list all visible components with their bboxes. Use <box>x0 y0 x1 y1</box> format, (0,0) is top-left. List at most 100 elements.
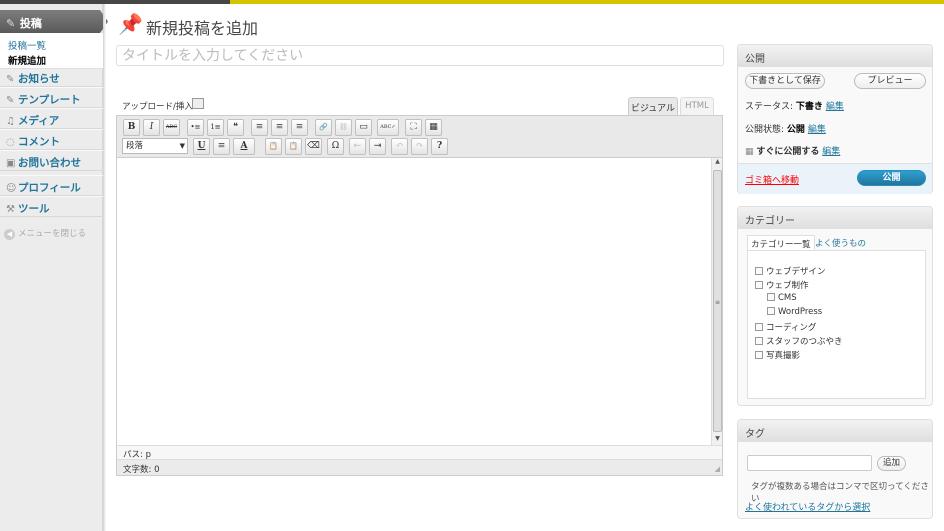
menu-item-news[interactable]: ✎ お知らせ <box>0 66 103 87</box>
menu-item-posts-label: 投稿 <box>19 17 42 30</box>
editor-scrollbar[interactable]: ▲ ≡ ▼ <box>711 158 722 445</box>
tab-html[interactable]: HTML <box>680 97 714 115</box>
align-center-button[interactable]: ≡ <box>271 119 288 136</box>
category-item[interactable]: コーディング <box>755 321 816 333</box>
checkbox[interactable] <box>755 267 763 275</box>
edit-schedule-link[interactable]: 編集 <box>822 147 840 157</box>
category-item[interactable]: CMS <box>767 293 797 303</box>
italic-button[interactable]: I <box>143 119 160 136</box>
menu-item-tools[interactable]: ⚒ ツール <box>0 196 103 217</box>
checkbox[interactable] <box>755 337 763 345</box>
category-box-title[interactable]: カテゴリー <box>738 207 932 229</box>
category-item[interactable]: WordPress <box>767 307 822 317</box>
preview-button[interactable]: プレビュー <box>854 73 926 89</box>
fullscreen-button[interactable]: ⛶ <box>405 119 422 136</box>
strikethrough-button[interactable]: ABC <box>163 119 180 136</box>
category-label: スタッフのつぶやき <box>766 337 843 347</box>
insert-link-button[interactable]: 🔗 <box>315 119 332 136</box>
help-button[interactable]: ? <box>431 138 448 155</box>
align-left-button[interactable]: ≡ <box>251 119 268 136</box>
format-select[interactable]: 段落 ▼ <box>122 138 188 154</box>
move-to-trash-link[interactable]: ゴミ箱へ移動 <box>745 173 799 186</box>
paste-text-button[interactable]: 📋 <box>265 138 282 155</box>
category-box: カテゴリー カテゴリー一覧 よく使うもの ウェブデザイン ウェブ制作 CMS W… <box>737 206 933 406</box>
remove-format-button[interactable]: ⌫ <box>305 138 322 155</box>
bold-button[interactable]: B <box>123 119 140 136</box>
submenu-add-new[interactable]: 新規追加 <box>8 53 46 67</box>
tools-icon: ⚒ <box>6 204 15 215</box>
submenu-all-posts[interactable]: 投稿一覧 <box>8 38 46 52</box>
scroll-up-icon[interactable]: ▲ <box>713 158 722 168</box>
format-select-value: 段落 <box>126 141 144 151</box>
post-title-input[interactable] <box>116 45 724 66</box>
menu-item-label: プロフィール <box>18 182 81 194</box>
checkbox[interactable] <box>755 351 763 359</box>
menu-item-posts[interactable]: ✎ 投稿 <box>0 10 108 33</box>
indent-button[interactable]: ⇥ <box>369 138 386 155</box>
editor-path: パス: p <box>117 445 722 460</box>
justify-button[interactable]: ≡ <box>213 138 230 155</box>
menu-item-media[interactable]: ♫ メディア <box>0 108 103 129</box>
underline-button[interactable]: U <box>193 138 210 155</box>
category-label: CMS <box>778 293 797 303</box>
pin-icon: ✎ <box>6 74 15 85</box>
checkbox[interactable] <box>767 293 775 301</box>
kitchen-sink-button[interactable]: ▦ <box>425 119 442 136</box>
checkbox[interactable] <box>755 323 763 331</box>
word-count: 文字数: 0 ◢ <box>117 459 722 475</box>
status-label: ステータス: <box>745 102 794 112</box>
tab-popular-categories[interactable]: よく使うもの <box>815 237 866 249</box>
redo-button[interactable]: ↷ <box>411 138 428 155</box>
unlink-button[interactable]: ⛓ <box>335 119 352 136</box>
special-char-button[interactable]: Ω <box>327 138 344 155</box>
content-editor: B I ABC •≡ 1≡ ❝ ≡ ≡ ≡ 🔗 ⛓ ▭ ABC✓ ⛶ ▦ 段落 … <box>116 115 723 476</box>
undo-button[interactable]: ↶ <box>391 138 408 155</box>
menu-item-label: お知らせ <box>18 73 60 85</box>
calendar-icon: ▦ <box>745 147 754 157</box>
add-media-icon[interactable] <box>192 98 204 109</box>
pushpin-icon: 📌 <box>118 12 143 36</box>
tab-all-categories[interactable]: カテゴリー一覧 <box>747 235 815 250</box>
posts-submenu: 投稿一覧 新規追加 <box>0 33 103 69</box>
tag-input[interactable] <box>747 455 872 471</box>
save-draft-button[interactable]: 下書きとして保存 <box>745 73 825 89</box>
collapse-menu-button[interactable]: ◀ メニューを閉じる <box>4 227 86 240</box>
align-right-button[interactable]: ≡ <box>291 119 308 136</box>
category-label: コーディング <box>766 323 817 333</box>
edit-status-link[interactable]: 編集 <box>826 102 844 112</box>
menu-item-profile[interactable]: ☺ プロフィール <box>0 175 103 196</box>
text-color-button[interactable]: A <box>233 138 255 155</box>
category-item[interactable]: 写真撮影 <box>755 349 800 361</box>
blockquote-button[interactable]: ❝ <box>227 119 244 136</box>
tags-box-title[interactable]: タグ <box>738 420 932 442</box>
bullet-list-button[interactable]: •≡ <box>187 119 204 136</box>
upload-insert-label: アップロード/挿入 <box>122 102 193 112</box>
menu-item-comments[interactable]: ◌ コメント <box>0 129 103 150</box>
scroll-thumb[interactable]: ≡ <box>713 170 722 432</box>
add-tag-button[interactable]: 追加 <box>877 456 906 471</box>
popular-tags-link[interactable]: よく使われているタグから選択 <box>745 500 870 513</box>
scroll-down-icon[interactable]: ▼ <box>713 435 722 445</box>
editor-content-area[interactable] <box>117 158 710 444</box>
edit-visibility-link[interactable]: 編集 <box>808 125 826 135</box>
tab-visual[interactable]: ビジュアル <box>628 97 678 115</box>
checkbox[interactable] <box>767 307 775 315</box>
publish-button[interactable]: 公開 <box>857 170 926 186</box>
checkbox[interactable] <box>755 281 763 289</box>
menu-item-label: お問い合わせ <box>18 157 81 169</box>
category-item[interactable]: ウェブ制作 <box>755 279 809 291</box>
menu-item-template[interactable]: ✎ テンプレート <box>0 87 103 108</box>
menu-item-contact[interactable]: ▣ お問い合わせ <box>0 150 103 171</box>
resize-handle-icon[interactable]: ◢ <box>715 465 720 473</box>
category-item[interactable]: スタッフのつぶやき <box>755 335 843 347</box>
publish-box-title[interactable]: 公開 <box>738 45 932 67</box>
paste-word-button[interactable]: 📋 <box>285 138 302 155</box>
category-item[interactable]: ウェブデザイン <box>755 265 826 277</box>
outdent-button[interactable]: ⇤ <box>349 138 366 155</box>
collapse-arrow-icon: ◀ <box>4 229 15 240</box>
numbered-list-button[interactable]: 1≡ <box>207 119 224 136</box>
spellcheck-button[interactable]: ABC✓ <box>377 119 399 136</box>
admin-sidebar: ✎ 投稿 投稿一覧 新規追加 ✎ お知らせ ✎ テンプレート ♫ メディア ◌ コメント… <box>0 4 108 531</box>
comment-icon: ◌ <box>6 137 15 148</box>
insert-more-button[interactable]: ▭ <box>355 119 372 136</box>
